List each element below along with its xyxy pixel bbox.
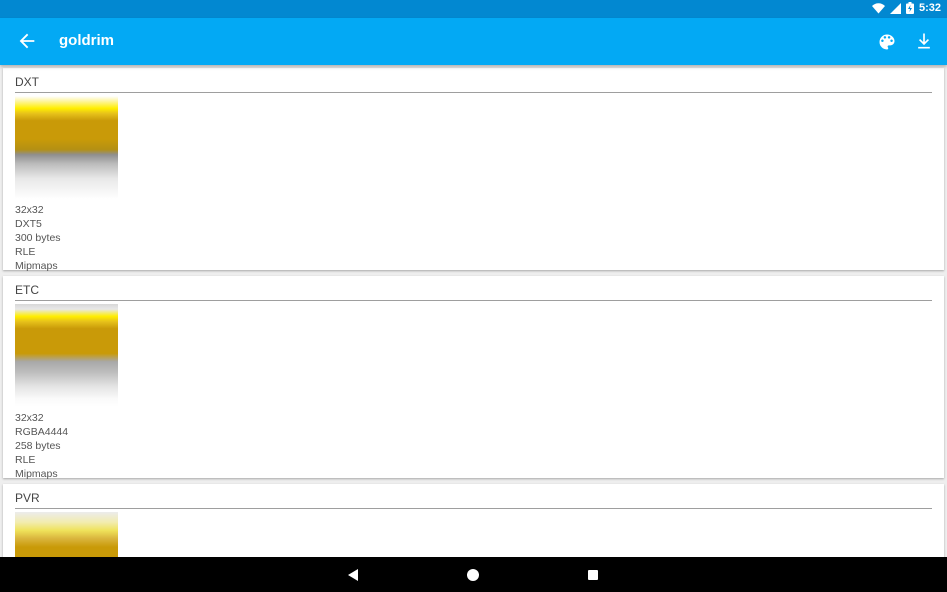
recents-square-icon[interactable] (584, 566, 602, 584)
texture-info: 32x32 DXT5 300 bytes RLE Mipmaps (15, 203, 61, 273)
wifi-icon (871, 2, 885, 14)
page-title: goldrim (59, 32, 114, 49)
section-header: DXT (15, 75, 39, 89)
info-size: 32x32 (15, 412, 44, 424)
status-bar: 5:32 (0, 0, 947, 18)
info-bytes: 258 bytes (15, 440, 61, 452)
section-card-etc[interactable]: ETC 32x32 RGBA4444 258 bytes RLE Mipmaps (3, 276, 944, 481)
info-bytes: 300 bytes (15, 232, 61, 244)
info-size: 32x32 (15, 204, 44, 216)
info-format: DXT5 (15, 218, 42, 230)
signal-icon (889, 2, 901, 14)
info-compression: RLE (15, 454, 36, 466)
divider (15, 92, 932, 93)
status-icons: 5:32 (871, 2, 941, 14)
section-card-dxt[interactable]: DXT 32x32 DXT5 300 bytes RLE Mipmaps (3, 68, 944, 273)
arrow-back-icon[interactable] (16, 30, 38, 52)
home-circle-icon[interactable] (464, 566, 482, 584)
download-icon[interactable] (914, 31, 934, 51)
info-format: RGBA4444 (15, 426, 69, 438)
status-time: 5:32 (918, 2, 941, 14)
battery-icon (905, 2, 914, 14)
texture-preview[interactable] (15, 304, 118, 407)
back-triangle-icon[interactable] (344, 566, 362, 584)
divider (15, 300, 932, 301)
info-mipmaps: Mipmaps (15, 260, 58, 272)
texture-preview[interactable] (15, 512, 118, 557)
system-nav-bar (0, 557, 947, 592)
palette-icon[interactable] (877, 32, 897, 52)
section-card-pvr[interactable]: PVR (3, 484, 944, 557)
section-header: ETC (15, 283, 39, 297)
section-header: PVR (15, 491, 40, 505)
texture-preview[interactable] (15, 96, 118, 199)
divider (15, 508, 932, 509)
texture-list[interactable]: DXT 32x32 DXT5 300 bytes RLE Mipmaps ETC… (0, 65, 947, 557)
info-compression: RLE (15, 246, 36, 258)
texture-info: 32x32 RGBA4444 258 bytes RLE Mipmaps (15, 411, 68, 481)
app-bar: goldrim (0, 18, 947, 65)
info-mipmaps: Mipmaps (15, 468, 58, 480)
